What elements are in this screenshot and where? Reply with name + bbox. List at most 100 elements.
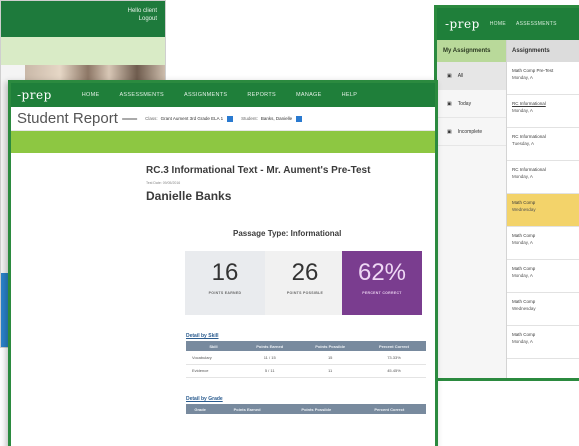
table-header[interactable]: Skill: [186, 341, 242, 351]
assignment-title: RC Informational: [512, 101, 546, 106]
assignments-sidebar: My Assignments ▣ All ▣ Today ▣ Incomplet…: [437, 40, 507, 378]
table-cell: 11: [298, 364, 362, 378]
account-menu[interactable]: Hello client Logout: [128, 7, 157, 23]
points-possible-label: POINTS POSSIBLE: [286, 291, 324, 295]
sidebar-item-label: Incomplete: [457, 128, 483, 135]
assignment-title: Math Comp: [512, 299, 536, 304]
assignment-title: RC Informational: [512, 134, 546, 139]
page-title: Student Report —: [17, 110, 138, 127]
nav-assignments[interactable]: ASSIGNMENTS: [184, 92, 227, 98]
assignment-date: Monday, A: [512, 339, 533, 344]
list-item[interactable]: Math Comp Monday, A: [507, 326, 579, 359]
student-select[interactable]: Banks, Danielle: [261, 116, 292, 121]
sidebar-item-incomplete[interactable]: ▣ Incomplete: [437, 118, 506, 146]
list-item[interactable]: Math Comp Wednesday: [507, 293, 579, 326]
points-earned-label: POINTS EARNED: [208, 291, 242, 295]
report-header: Student Report — Class: Grant Aument 3rd…: [11, 107, 435, 131]
left-green-strip: [1, 37, 165, 65]
points-earned-value: 16: [211, 259, 239, 286]
table-header[interactable]: Percent Correct: [352, 404, 426, 414]
logout-link[interactable]: Logout: [128, 15, 157, 23]
points-possible-card: 26 POINTS POSSIBLE: [265, 251, 345, 315]
list-item[interactable]: Math Comp Monday, A: [507, 260, 579, 293]
list-item[interactable]: Math Comp Wednesday: [507, 194, 579, 227]
calendar-icon: ▣: [447, 72, 452, 79]
table-cell: 73.33%: [361, 351, 426, 365]
assignment-title: Math Comp: [512, 332, 536, 337]
student-name: Danielle Banks: [146, 189, 232, 203]
logo[interactable]: -prep: [17, 88, 52, 102]
assignment-title: RC Informational: [512, 167, 546, 172]
assignment-date: Monday, A: [512, 273, 533, 278]
percent-correct-label: PERCENT CORRECT: [362, 291, 402, 295]
assignment-title: Math Comp: [512, 233, 536, 238]
detail-by-grade-heading: Detail by Grade: [186, 396, 223, 402]
table-cell: 5 / 11: [241, 364, 299, 378]
left-top-bar: Hello client Logout: [1, 1, 165, 37]
assignment-date: Tuesday, A: [512, 141, 535, 146]
nav-assessments[interactable]: ASSESSMENTS: [516, 21, 557, 27]
class-select[interactable]: Grant Aument 3rd Grade ELA 1: [161, 116, 224, 121]
sidebar-item-label: Today: [457, 100, 472, 107]
percent-correct-value: 62%: [357, 259, 407, 286]
nav-assessments[interactable]: ASSESSMENTS: [119, 92, 164, 98]
nav-home[interactable]: HOME: [82, 92, 100, 98]
assignment-date: Monday, A: [512, 108, 533, 113]
table-row: Evidence 5 / 11 11 45.45%: [186, 364, 426, 378]
green-band: [11, 131, 435, 153]
table-header[interactable]: Points Possible: [298, 341, 362, 351]
student-dropdown-button[interactable]: [296, 115, 303, 122]
table-cell: 11 / 15: [241, 351, 299, 365]
points-earned-card: 16 POINTS EARNED: [185, 251, 265, 315]
list-item[interactable]: RC Informational Monday, A: [507, 95, 579, 128]
assignments-nav-bar: -prep HOME ASSESSMENTS: [437, 8, 579, 40]
sidebar-item-label: All: [457, 72, 464, 79]
assignment-date: Wednesday: [512, 207, 536, 212]
table-cell: 45.45%: [361, 364, 426, 378]
sidebar-item-all[interactable]: ▣ All: [437, 62, 506, 90]
main-nav-bar: -prep HOME ASSESSMENTS ASSIGNMENTS REPOR…: [11, 83, 435, 107]
test-title: RC.3 Informational Text - Mr. Aument's P…: [146, 165, 371, 176]
greeting: Hello client: [127, 8, 157, 14]
nav-manage[interactable]: MANAGE: [296, 92, 322, 98]
student-label: Student:: [241, 116, 258, 121]
assignment-title: Math Comp Pre-Test: [512, 68, 554, 73]
list-item[interactable]: RC Informational Monday, A: [507, 161, 579, 194]
table-cell: 15: [298, 351, 362, 365]
class-label: Class:: [145, 116, 158, 121]
table-cell: Evidence: [186, 364, 242, 378]
assignment-title: Math Comp: [512, 200, 536, 205]
table-row: Vocabulary 11 / 15 15 73.33%: [186, 351, 426, 365]
grade-table: Grade Points Earned Points Possible Perc…: [186, 404, 426, 414]
points-possible-value: 26: [291, 259, 319, 286]
nav-help[interactable]: HELP: [342, 92, 358, 98]
table-cell: Vocabulary: [186, 351, 242, 365]
nav-home[interactable]: HOME: [490, 21, 506, 27]
passage-type: Passage Type: Informational: [233, 229, 342, 238]
assignments-title: Assignments: [507, 40, 579, 62]
detail-by-skill-heading: Detail by Skill: [186, 333, 219, 339]
table-header[interactable]: Grade: [186, 404, 215, 414]
assignment-title: Math Comp: [512, 266, 536, 271]
assignment-date: Wednesday: [512, 306, 536, 311]
sidebar-item-today[interactable]: ▣ Today: [437, 90, 506, 118]
table-header[interactable]: Points Earned: [241, 341, 299, 351]
table-header[interactable]: Points Possible: [279, 404, 353, 414]
assignment-date: Monday, A: [512, 75, 533, 80]
list-item[interactable]: RC Informational Tuesday, A: [507, 128, 579, 161]
assignment-date: Monday, A: [512, 240, 533, 245]
assignments-list: Assignments Math Comp Pre-Test Monday, AR…: [507, 40, 579, 378]
calendar-icon: ▣: [447, 100, 452, 107]
table-header[interactable]: Points Earned: [214, 404, 280, 414]
logo[interactable]: -prep: [445, 17, 480, 31]
list-item[interactable]: Math Comp Monday, A: [507, 227, 579, 260]
sidebar-title: My Assignments: [437, 40, 506, 62]
class-dropdown-button[interactable]: [227, 115, 234, 122]
main-nav: HOME ASSESSMENTS ASSIGNMENTS REPORTS MAN…: [82, 92, 357, 98]
student-report-window: -prep HOME ASSESSMENTS ASSIGNMENTS REPOR…: [8, 80, 438, 446]
assignment-date: Monday, A: [512, 174, 533, 179]
table-header[interactable]: Percent Correct: [361, 341, 426, 351]
list-item[interactable]: Math Comp Pre-Test Monday, A: [507, 62, 579, 95]
nav-reports[interactable]: REPORTS: [247, 92, 276, 98]
background-window-assignments: -prep HOME ASSESSMENTS My Assignments ▣ …: [434, 5, 579, 381]
